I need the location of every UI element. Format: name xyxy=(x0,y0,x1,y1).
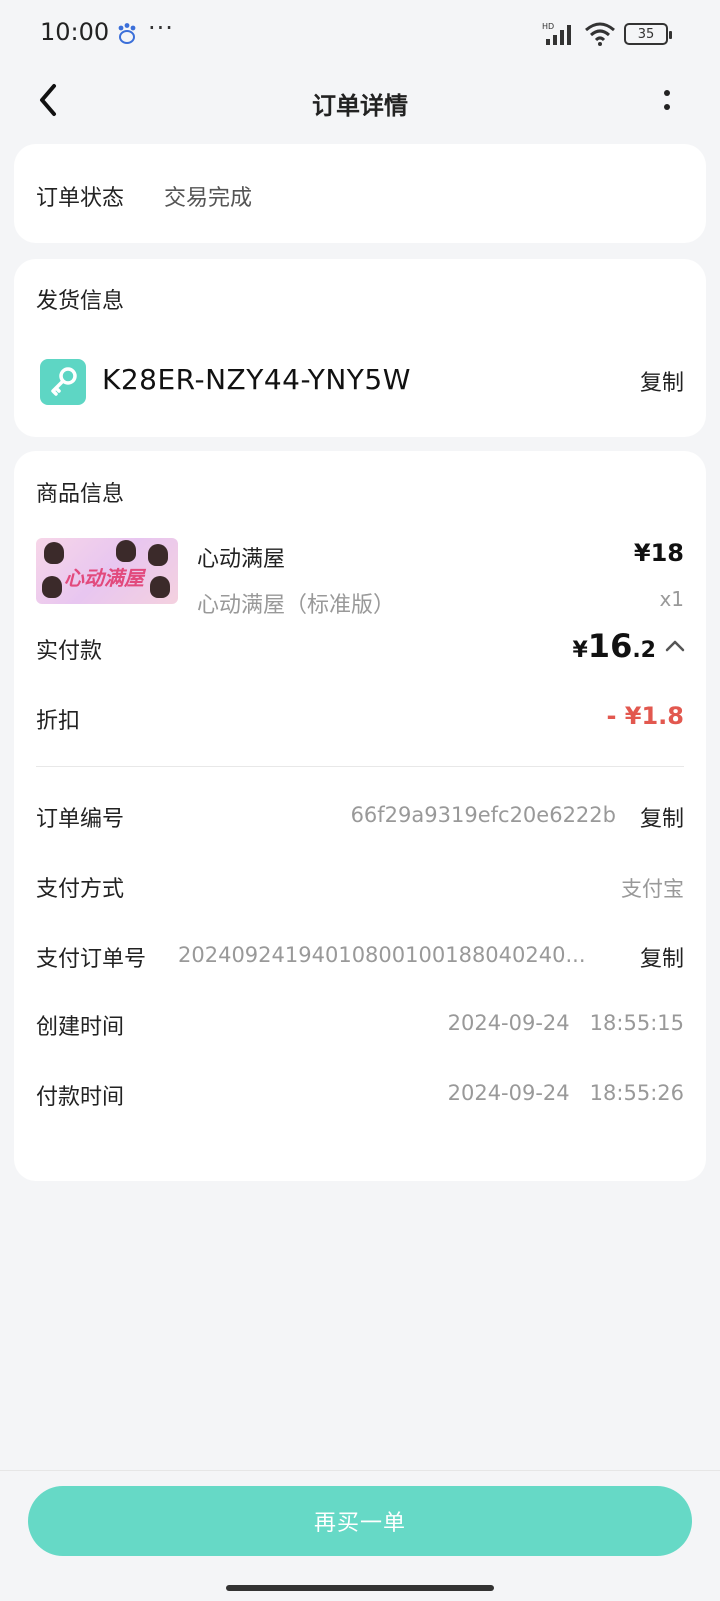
payment-order-number-value: 20240924194010800100188040240... xyxy=(178,943,586,967)
payment-order-number-label: 支付订单号 xyxy=(36,947,147,972)
section-divider xyxy=(36,766,684,767)
status-bar: 10:00 ··· HD 35 xyxy=(0,0,720,66)
delivery-info-card: 发货信息 K28ER-NZY44-YNY5W 复制 xyxy=(14,259,706,437)
payment-method-label: 支付方式 xyxy=(36,877,125,902)
signal-icon: HD xyxy=(542,22,571,45)
order-detail-page: 10:00 ··· HD 35 订单详情 订单状态 交易完成 发货信息 K28E… xyxy=(0,0,720,1601)
copy-order-number-button[interactable]: 复制 xyxy=(640,801,684,833)
discount-label: 折扣 xyxy=(36,709,81,734)
thumbnail-title: 心动满屋 xyxy=(64,566,144,590)
more-options-icon[interactable] xyxy=(660,86,674,116)
key-icon xyxy=(40,359,86,405)
discount-value: - ¥1.8 xyxy=(606,702,684,730)
paid-amount-value[interactable]: ¥16.2 xyxy=(572,627,656,665)
paid-integer: 16 xyxy=(587,627,633,665)
paid-currency: ¥ xyxy=(572,638,588,663)
payment-time-label: 付款时间 xyxy=(36,1085,125,1110)
bottom-action-bar: 再买一单 xyxy=(0,1470,720,1601)
hd-label: HD xyxy=(542,22,554,31)
product-name: 心动满屋 xyxy=(197,547,286,572)
wifi-icon xyxy=(585,22,615,46)
status-indicators: HD 35 xyxy=(542,20,672,48)
product-price: ¥18 xyxy=(633,539,684,567)
product-quantity: x1 xyxy=(659,587,684,611)
delivery-section-title: 发货信息 xyxy=(36,289,125,314)
baidu-paw-icon xyxy=(118,23,136,44)
thumbnail-figure xyxy=(148,544,168,566)
product-sku: 心动满屋（标准版） xyxy=(197,593,396,618)
status-time: 10:00 xyxy=(40,18,110,46)
thumbnail-figure xyxy=(44,542,64,564)
product-section-title: 商品信息 xyxy=(36,482,125,507)
order-status-value: 交易完成 xyxy=(164,186,253,211)
order-number-label: 订单编号 xyxy=(36,807,125,832)
paid-decimal: .2 xyxy=(632,638,656,663)
battery-icon: 35 xyxy=(624,23,672,45)
copy-payment-order-number-button[interactable]: 复制 xyxy=(640,941,684,973)
order-status-card: 订单状态 交易完成 xyxy=(14,144,706,243)
chevron-up-icon[interactable] xyxy=(664,639,686,653)
thumbnail-figure xyxy=(116,540,136,562)
thumbnail-figure xyxy=(42,576,62,598)
product-thumbnail[interactable]: 心动满屋 xyxy=(36,538,178,604)
payment-time-value: 2024-09-24 18:55:26 xyxy=(447,1081,684,1105)
paid-amount-label: 实付款 xyxy=(36,639,103,664)
copy-key-button[interactable]: 复制 xyxy=(640,365,684,397)
buy-again-button[interactable]: 再买一单 xyxy=(28,1486,692,1556)
page-title: 订单详情 xyxy=(312,92,408,120)
status-more-dots: ··· xyxy=(148,14,174,42)
order-status-label: 订单状态 xyxy=(36,186,125,211)
nav-bar: 订单详情 xyxy=(0,66,720,136)
activation-key-code: K28ER-NZY44-YNY5W xyxy=(102,363,411,396)
thumbnail-figure xyxy=(150,576,170,598)
created-time-label: 创建时间 xyxy=(36,1015,125,1040)
payment-method-value: 支付宝 xyxy=(621,877,684,901)
product-info-card: 商品信息 心动满屋 心动满屋 心动满屋（标准版） ¥18 x1 实付款 ¥16.… xyxy=(14,451,706,1181)
created-time-value: 2024-09-24 18:55:15 xyxy=(447,1011,684,1035)
home-indicator[interactable] xyxy=(226,1585,494,1591)
order-number-value: 66f29a9319efc20e6222b xyxy=(350,803,616,827)
